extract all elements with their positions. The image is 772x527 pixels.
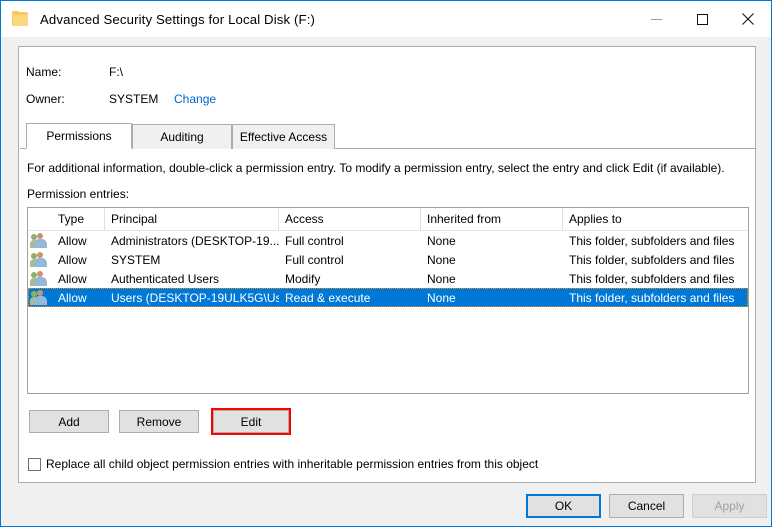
owner-value: SYSTEM (109, 92, 159, 106)
group-user-icon (28, 250, 52, 269)
cell-access: Modify (285, 271, 321, 286)
cell-inherited-from: None (427, 290, 456, 305)
edit-button[interactable]: Edit (211, 408, 291, 435)
maximize-icon[interactable] (679, 1, 725, 37)
column-header-inherited-from[interactable]: Inherited from (421, 208, 563, 230)
name-value: F:\ (109, 65, 123, 79)
cell-applies-to: This folder, subfolders and files (569, 271, 735, 286)
add-button[interactable]: Add (29, 410, 109, 433)
folder-icon (12, 11, 29, 27)
replace-child-permissions-checkbox[interactable] (28, 457, 41, 471)
cell-access: Full control (285, 252, 344, 267)
cell-type: Allow (58, 271, 87, 286)
tab-strip: Permissions Auditing Effective Access (20, 123, 756, 149)
window-title: Advanced Security Settings for Local Dis… (40, 11, 316, 27)
instruction-text: For additional information, double-click… (27, 161, 725, 175)
tab-permissions-label: Permissions (46, 129, 112, 143)
group-user-icon (28, 288, 52, 307)
tab-auditing-label: Auditing (160, 130, 204, 144)
content-panel: Name: F:\ Owner: SYSTEM Change Permissio… (18, 46, 756, 483)
title-bar: Advanced Security Settings for Local Dis… (1, 1, 771, 37)
cell-principal: Authenticated Users (111, 271, 220, 286)
tab-effective-access[interactable]: Effective Access (232, 124, 335, 149)
close-icon[interactable] (725, 1, 771, 37)
column-header-type[interactable]: Type (52, 208, 105, 230)
column-header-access[interactable]: Access (279, 208, 421, 230)
table-row[interactable]: Allow Authenticated Users Modify None Th… (28, 269, 748, 288)
cell-access: Read & execute (285, 290, 371, 305)
cell-principal: SYSTEM (111, 252, 161, 267)
cancel-button[interactable]: Cancel (609, 494, 684, 518)
name-label: Name: (26, 65, 62, 79)
group-user-icon (28, 269, 52, 288)
window-controls (633, 1, 771, 37)
tab-permissions[interactable]: Permissions (26, 123, 132, 149)
remove-button[interactable]: Remove (119, 410, 199, 433)
advanced-security-settings-window: Advanced Security Settings for Local Dis… (0, 0, 772, 527)
change-owner-link[interactable]: Change (174, 92, 216, 106)
tab-effective-access-label: Effective Access (239, 130, 328, 144)
table-row[interactable]: Allow SYSTEM Full control None This fold… (28, 250, 748, 269)
cell-principal: Administrators (DESKTOP-19... (111, 233, 279, 248)
table-row[interactable]: Allow Users (DESKTOP-19ULK5G\Us... Read … (28, 288, 748, 307)
cell-type: Allow (58, 252, 87, 267)
column-header-applies-to[interactable]: Applies to (563, 208, 748, 230)
cell-applies-to: This folder, subfolders and files (569, 252, 735, 267)
cell-inherited-from: None (427, 252, 456, 267)
table-header-row: Type Principal Access Inherited from App… (28, 208, 748, 231)
table-row[interactable]: Allow Administrators (DESKTOP-19... Full… (28, 231, 748, 250)
permission-entries-label: Permission entries: (27, 187, 130, 201)
permission-entries-list[interactable]: Type Principal Access Inherited from App… (27, 207, 749, 394)
cell-applies-to: This folder, subfolders and files (569, 290, 735, 305)
owner-label: Owner: (26, 92, 65, 106)
replace-child-permissions-row[interactable]: Replace all child object permission entr… (28, 457, 538, 471)
column-header-icon (28, 208, 52, 230)
replace-child-permissions-label: Replace all child object permission entr… (46, 457, 539, 471)
group-user-icon (28, 231, 52, 250)
cell-applies-to: This folder, subfolders and files (569, 233, 735, 248)
dialog-footer: OK Cancel Apply (2, 485, 770, 526)
cell-type: Allow (58, 290, 87, 305)
column-header-principal[interactable]: Principal (105, 208, 279, 230)
cell-access: Full control (285, 233, 344, 248)
cell-inherited-from: None (427, 233, 456, 248)
tab-auditing[interactable]: Auditing (132, 124, 232, 149)
cell-inherited-from: None (427, 271, 456, 286)
cell-type: Allow (58, 233, 87, 248)
cell-principal: Users (DESKTOP-19ULK5G\Us... (111, 290, 279, 305)
apply-button[interactable]: Apply (692, 494, 767, 518)
minimize-icon[interactable] (633, 1, 679, 37)
ok-button[interactable]: OK (526, 494, 601, 518)
